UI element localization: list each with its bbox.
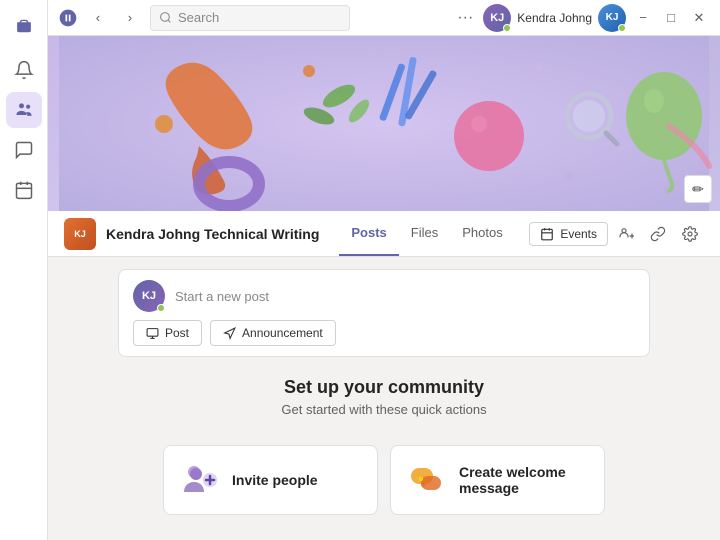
channel-actions: Events — [529, 220, 704, 248]
sidebar-item-notifications[interactable] — [6, 52, 42, 88]
main-content: ‹ › Search ··· KJ Kendra Johng KJ − □ ✕ — [48, 0, 720, 540]
online-indicator-2 — [618, 24, 626, 32]
post-online-indicator — [157, 304, 165, 312]
events-button[interactable]: Events — [529, 222, 608, 246]
channel-tabs: Posts Files Photos — [339, 211, 529, 256]
settings-button[interactable] — [676, 220, 704, 248]
more-options-button[interactable]: ··· — [453, 7, 477, 29]
user-avatar: KJ — [483, 4, 511, 32]
svg-text:👋: 👋 — [415, 473, 425, 482]
user-name: Kendra Johng — [517, 11, 592, 25]
edit-icon: ✏ — [692, 181, 704, 198]
settings-icon — [682, 226, 698, 242]
banner-illustration — [48, 36, 720, 211]
titlebar-actions: ··· KJ Kendra Johng KJ − □ ✕ — [453, 4, 710, 32]
copy-link-button[interactable] — [644, 220, 672, 248]
announcement-button[interactable]: Announcement — [210, 320, 336, 346]
search-box[interactable]: Search — [150, 5, 350, 31]
sidebar-item-teams[interactable] — [6, 92, 42, 128]
maximize-button[interactable]: □ — [660, 7, 682, 29]
new-post-top: KJ Start a new post — [133, 280, 635, 312]
online-indicator — [503, 24, 511, 32]
channel-icon: KJ — [64, 218, 96, 250]
teams-logo — [58, 8, 78, 28]
setup-subtitle: Get started with these quick actions — [118, 402, 650, 417]
create-welcome-card[interactable]: 👋 Create welcome message — [390, 445, 605, 515]
channel-banner: ✏ — [48, 36, 720, 211]
sidebar — [0, 0, 48, 540]
tab-photos[interactable]: Photos — [450, 211, 514, 256]
create-welcome-label: Create welcome message — [459, 464, 588, 496]
sidebar-item-calendar[interactable] — [6, 172, 42, 208]
search-placeholder: Search — [178, 10, 219, 25]
invite-people-label: Invite people — [232, 472, 318, 488]
titlebar: ‹ › Search ··· KJ Kendra Johng KJ − □ ✕ — [48, 0, 720, 36]
minimize-button[interactable]: − — [632, 7, 654, 29]
back-button[interactable]: ‹ — [86, 6, 110, 30]
banner-edit-button[interactable]: ✏ — [684, 175, 712, 203]
forward-button[interactable]: › — [118, 6, 142, 30]
sidebar-item-chat[interactable] — [6, 132, 42, 168]
welcome-icon: 👋 — [407, 460, 447, 500]
new-post-actions: Post Announcement — [133, 320, 635, 346]
start-post-placeholder[interactable]: Start a new post — [175, 289, 269, 304]
search-icon — [159, 11, 172, 24]
quick-actions: Invite people 👋 Create welcome message — [118, 445, 650, 515]
events-icon — [540, 227, 554, 241]
channel-name: Kendra Johng Technical Writing — [106, 226, 319, 242]
tab-posts[interactable]: Posts — [339, 211, 398, 256]
setup-section: Set up your community Get started with t… — [118, 369, 650, 433]
setup-title: Set up your community — [118, 377, 650, 398]
user-info[interactable]: KJ Kendra Johng KJ — [483, 4, 626, 32]
invite-people-card[interactable]: Invite people — [163, 445, 378, 515]
post-icon — [146, 327, 159, 340]
new-post-box: KJ Start a new post Post Announcement — [118, 269, 650, 357]
sidebar-icon-teams-logo[interactable] — [6, 8, 42, 44]
members-icon — [618, 226, 634, 242]
posts-area: KJ Start a new post Post Announcement — [48, 257, 720, 527]
content-area: ✏ KJ Kendra Johng Technical Writing Post… — [48, 36, 720, 540]
link-icon — [650, 226, 666, 242]
manage-members-button[interactable] — [612, 220, 640, 248]
post-button[interactable]: Post — [133, 320, 202, 346]
announcement-icon — [223, 327, 236, 340]
tab-files[interactable]: Files — [399, 211, 450, 256]
channel-header: KJ Kendra Johng Technical Writing Posts … — [48, 211, 720, 257]
close-button[interactable]: ✕ — [688, 7, 710, 29]
user-avatar-2: KJ — [598, 4, 626, 32]
invite-icon — [180, 460, 220, 500]
post-avatar: KJ — [133, 280, 165, 312]
